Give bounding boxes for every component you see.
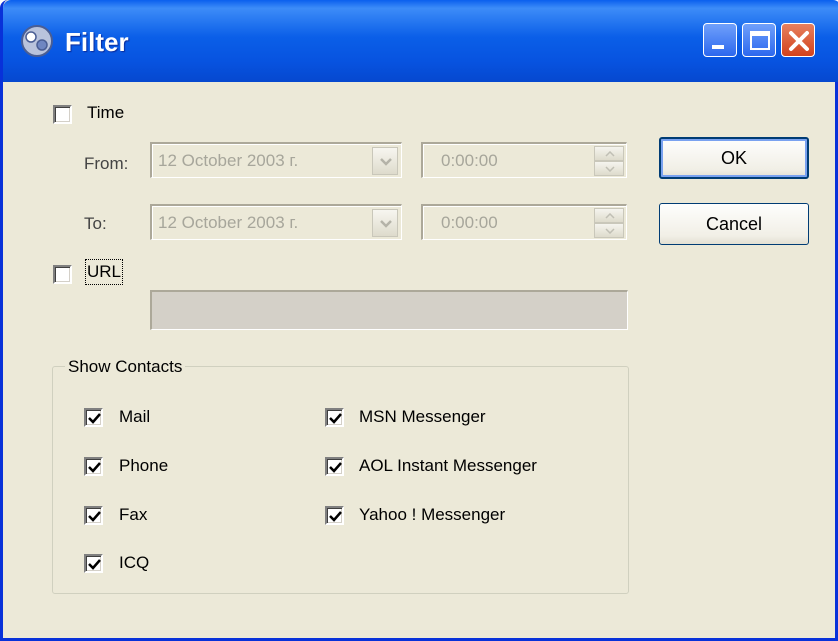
minimize-button[interactable] [703, 23, 737, 57]
to-date-dropdown-button[interactable] [372, 209, 398, 237]
to-date-value: 12 October 2003 г. [158, 213, 299, 232]
from-date-dropdown-button[interactable] [372, 147, 398, 175]
chevron-down-icon [380, 220, 392, 228]
checkmark-icon [329, 462, 342, 473]
from-date-picker[interactable]: 12 October 2003 г. [150, 142, 402, 178]
minimize-icon [712, 45, 724, 49]
from-date-value: 12 October 2003 г. [158, 151, 299, 170]
spin-up-icon [605, 151, 615, 157]
url-checkbox[interactable] [53, 265, 72, 284]
yahoo-messenger-label: Yahoo ! Messenger [359, 505, 506, 524]
ok-button[interactable]: OK [659, 137, 809, 179]
msn-messenger-label: MSN Messenger [359, 407, 486, 426]
fax-checkbox[interactable] [84, 506, 103, 525]
to-time-input[interactable]: 0:00:00 [421, 204, 627, 240]
from-label: From: [84, 154, 129, 173]
icq-checkbox[interactable] [84, 554, 103, 573]
spin-up-button[interactable] [594, 208, 624, 223]
chevron-down-icon [380, 158, 392, 166]
spin-down-button[interactable] [594, 223, 624, 238]
time-label: Time [87, 103, 125, 122]
checkmark-icon [88, 462, 101, 473]
yahoo-messenger-checkbox[interactable] [325, 506, 344, 525]
window-title: Filter [65, 27, 129, 57]
time-checkbox[interactable] [53, 105, 72, 124]
maximize-button[interactable] [742, 23, 776, 57]
filter-dialog: Filter Time From: 12 October 2003 г. 0:0… [0, 0, 838, 641]
spin-down-icon [605, 166, 615, 172]
to-label: To: [84, 214, 107, 233]
mail-label: Mail [119, 407, 151, 426]
aol-messenger-checkbox[interactable] [325, 457, 344, 476]
icq-label: ICQ [119, 553, 150, 572]
close-button[interactable] [781, 23, 815, 57]
url-label: URL [84, 259, 124, 285]
spin-up-icon [605, 213, 615, 219]
from-time-spinner[interactable] [594, 146, 624, 176]
spin-down-icon [605, 228, 615, 234]
to-date-picker[interactable]: 12 October 2003 г. [150, 204, 402, 240]
checkmark-icon [88, 559, 101, 570]
checkmark-icon [329, 413, 342, 424]
title-bar[interactable]: Filter [3, 0, 838, 82]
maximize-icon [750, 31, 770, 50]
checkmark-icon [88, 413, 101, 424]
from-time-input[interactable]: 0:00:00 [421, 142, 627, 178]
to-time-value: 0:00:00 [441, 213, 498, 232]
url-input[interactable] [150, 290, 628, 330]
spin-down-button[interactable] [594, 161, 624, 176]
cancel-button[interactable]: Cancel [659, 203, 809, 245]
close-icon [789, 31, 809, 51]
checkmark-icon [88, 511, 101, 522]
spin-up-button[interactable] [594, 146, 624, 161]
msn-messenger-checkbox[interactable] [325, 408, 344, 427]
phone-label: Phone [119, 456, 169, 475]
show-contacts-title: Show Contacts [65, 356, 186, 378]
from-time-value: 0:00:00 [441, 151, 498, 170]
app-icon [21, 25, 53, 57]
to-time-spinner[interactable] [594, 208, 624, 238]
fax-label: Fax [119, 505, 148, 524]
aol-messenger-label: AOL Instant Messenger [359, 456, 537, 475]
checkmark-icon [329, 511, 342, 522]
phone-checkbox[interactable] [84, 457, 103, 476]
mail-checkbox[interactable] [84, 408, 103, 427]
